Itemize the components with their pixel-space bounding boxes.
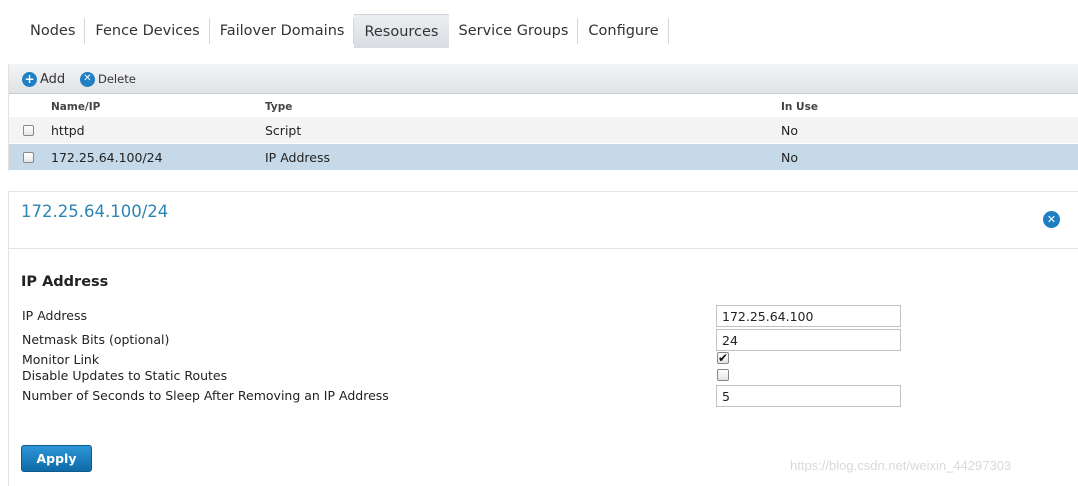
row-checkbox[interactable] bbox=[23, 152, 34, 163]
row-checkbox[interactable] bbox=[23, 125, 34, 136]
row-in-use: No bbox=[781, 123, 798, 138]
disable-updates-checkbox[interactable] bbox=[717, 369, 729, 381]
plus-circle-icon: + bbox=[22, 71, 37, 87]
ip-address-field[interactable] bbox=[716, 305, 901, 327]
column-header-name[interactable]: Name/IP bbox=[51, 101, 100, 113]
delete-label: Delete bbox=[98, 72, 136, 86]
table-header: Name/IP Type In Use bbox=[9, 95, 1078, 117]
netmask-label: Netmask Bits (optional) bbox=[22, 332, 170, 347]
table-row[interactable]: httpd Script No bbox=[9, 117, 1078, 143]
row-type: Script bbox=[265, 123, 302, 138]
resource-detail-panel: 172.25.64.100/24 ✕ IP Address IP Address… bbox=[8, 191, 1078, 486]
row-in-use: No bbox=[781, 150, 798, 165]
add-button[interactable]: + Add bbox=[22, 70, 65, 88]
sleep-seconds-label: Number of Seconds to Sleep After Removin… bbox=[22, 388, 389, 403]
ip-address-label: IP Address bbox=[22, 308, 87, 323]
tab-bar: Nodes Fence Devices Failover Domains Res… bbox=[0, 0, 1078, 62]
column-header-in-use[interactable]: In Use bbox=[781, 101, 818, 113]
row-name: httpd bbox=[51, 123, 85, 138]
resources-panel: + Add ✕ Delete Name/IP Type In Use httpd… bbox=[8, 64, 1078, 171]
tab-failover-domains[interactable]: Failover Domains bbox=[210, 14, 355, 48]
disable-updates-label: Disable Updates to Static Routes bbox=[22, 368, 228, 383]
apply-button[interactable]: Apply bbox=[21, 445, 92, 472]
tabs: Nodes Fence Devices Failover Domains Res… bbox=[20, 14, 669, 48]
table-row-selected[interactable]: 172.25.64.100/24 IP Address No bbox=[9, 144, 1078, 170]
delete-button[interactable]: ✕ Delete bbox=[80, 70, 136, 88]
row-name: 172.25.64.100/24 bbox=[51, 150, 163, 165]
monitor-link-label: Monitor Link bbox=[22, 352, 100, 367]
tab-configure[interactable]: Configure bbox=[578, 14, 669, 48]
resources-toolbar: + Add ✕ Delete bbox=[9, 64, 1078, 94]
section-title: IP Address bbox=[21, 274, 109, 290]
x-circle-icon: ✕ bbox=[80, 71, 95, 87]
add-label: Add bbox=[40, 71, 66, 87]
tab-nodes[interactable]: Nodes bbox=[20, 14, 86, 48]
app-root: Nodes Fence Devices Failover Domains Res… bbox=[0, 0, 1078, 486]
tab-service-groups[interactable]: Service Groups bbox=[449, 14, 579, 48]
tab-resources[interactable]: Resources bbox=[354, 14, 449, 48]
tab-fence-devices[interactable]: Fence Devices bbox=[85, 14, 211, 48]
watermark: https://blog.csdn.net/weixin_44297303 bbox=[790, 458, 1012, 473]
detail-title: 172.25.64.100/24 bbox=[21, 202, 169, 221]
checkmark-icon: ✔ bbox=[717, 351, 729, 365]
netmask-field[interactable] bbox=[716, 329, 901, 351]
monitor-link-checkbox[interactable]: ✔ bbox=[717, 352, 729, 364]
sleep-seconds-field[interactable] bbox=[716, 385, 901, 407]
column-header-type[interactable]: Type bbox=[265, 101, 292, 113]
close-icon[interactable]: ✕ bbox=[1043, 211, 1060, 228]
divider bbox=[9, 248, 1078, 249]
row-type: IP Address bbox=[265, 150, 330, 165]
